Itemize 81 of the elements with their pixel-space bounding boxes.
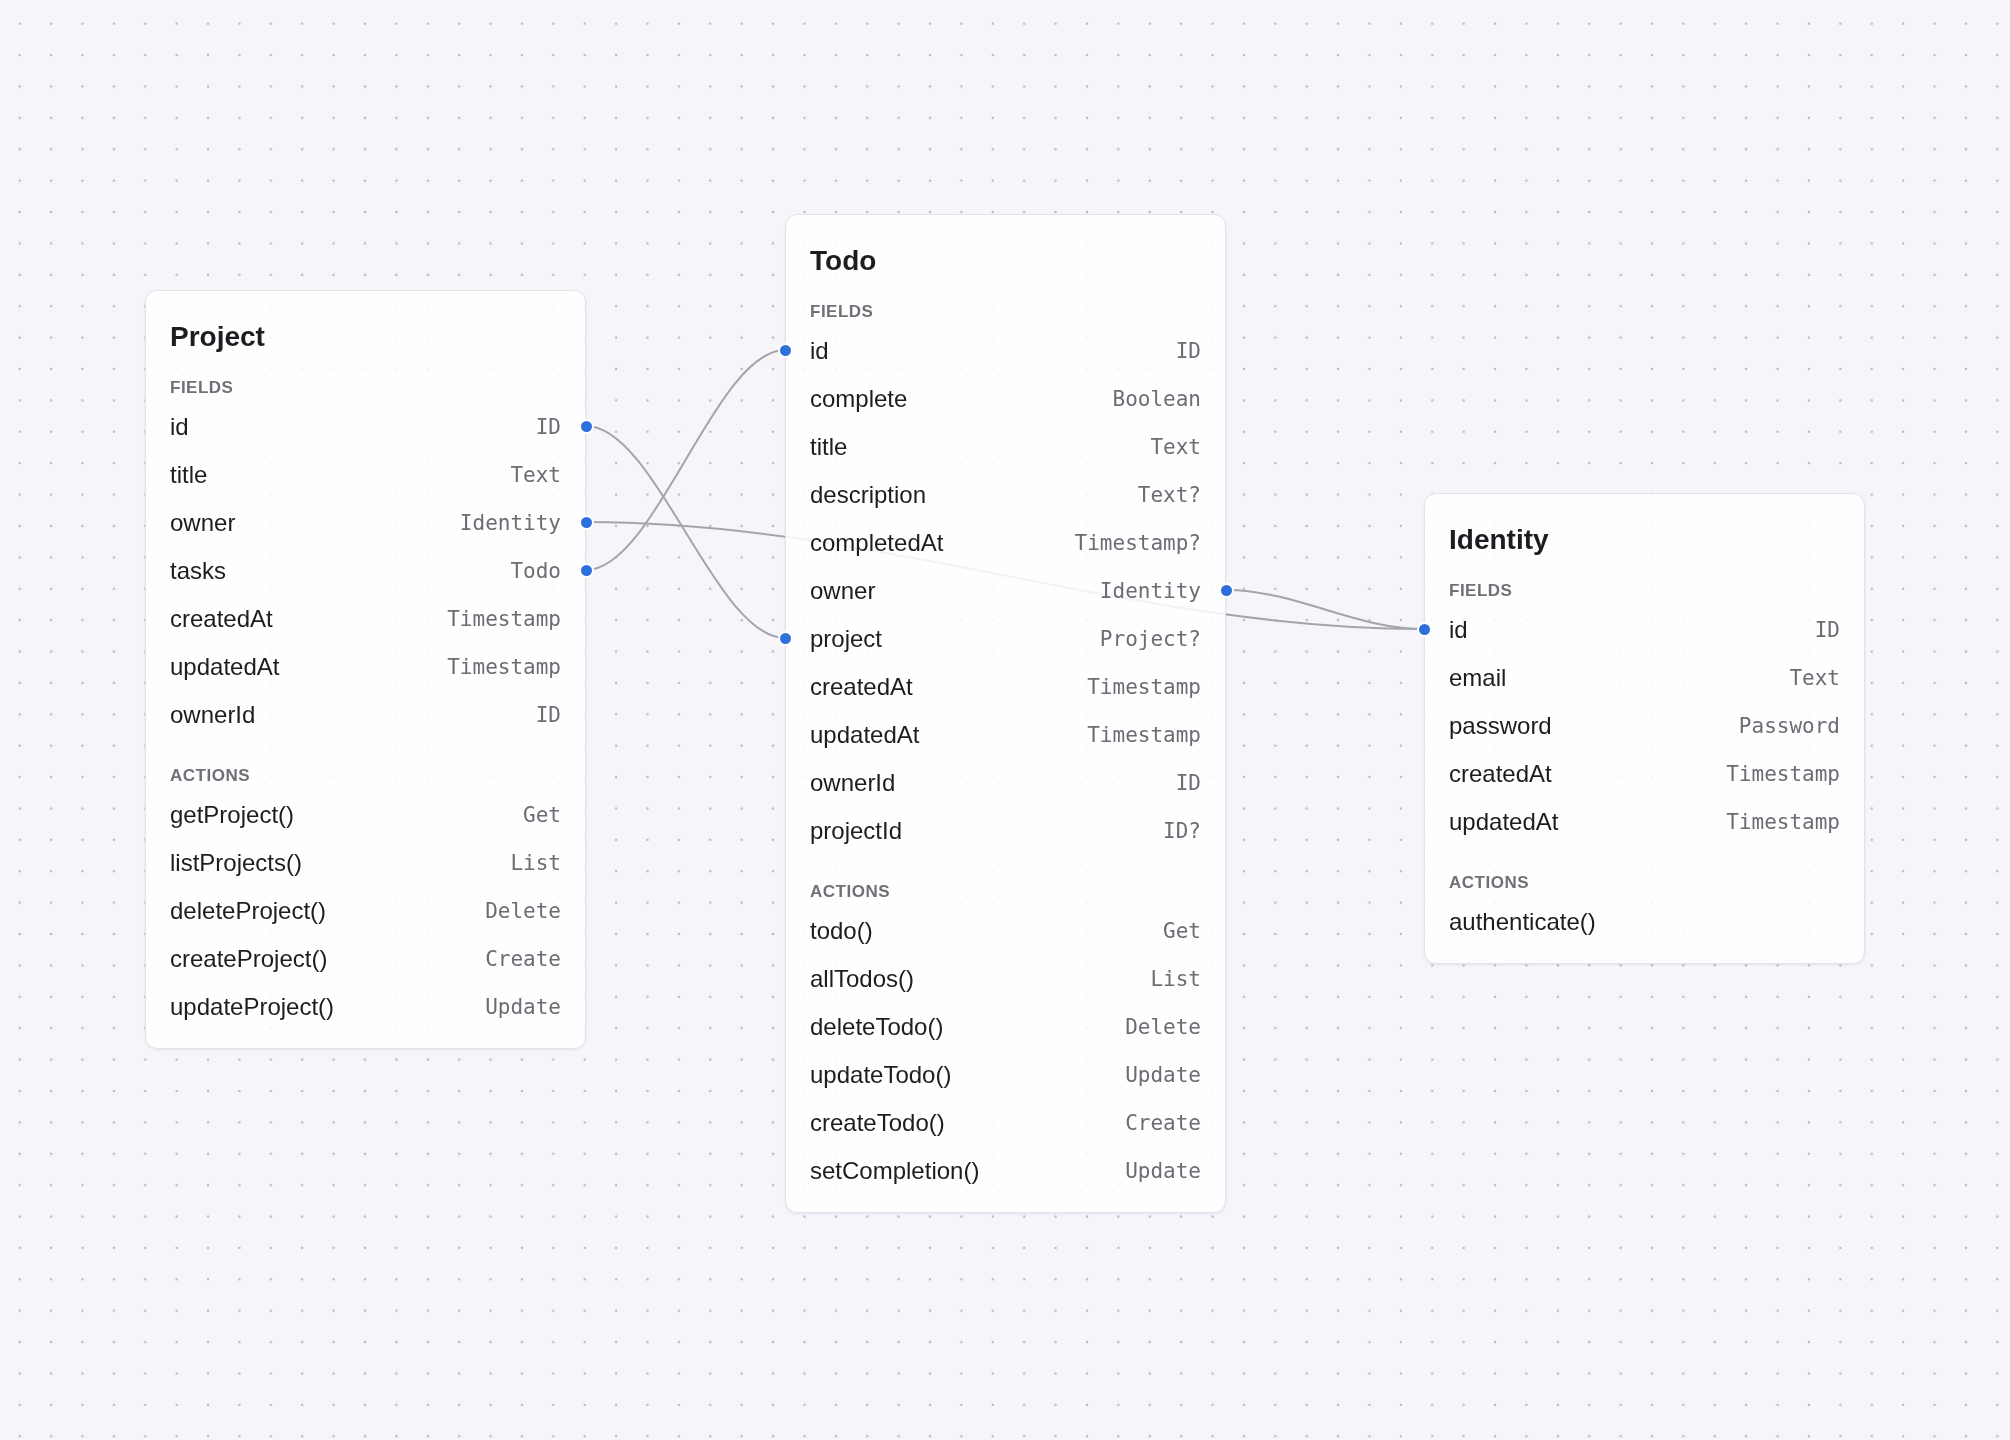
field-type: Text (1789, 666, 1840, 690)
action-type: Update (1125, 1159, 1201, 1183)
field-name: id (1449, 616, 1468, 644)
entity-title: Identity (1449, 523, 1550, 557)
action-type: Delete (1125, 1015, 1201, 1039)
action-name: allTodos() (810, 965, 915, 993)
action-type: Update (1125, 1063, 1201, 1087)
field-type: ID (535, 415, 561, 439)
field-name: updatedAt (1449, 808, 1559, 836)
field-name: tasks (170, 557, 226, 585)
field-name: owner (170, 509, 236, 537)
section-label: ACTIONS (810, 881, 891, 903)
field-name: owner (810, 577, 876, 605)
field-type: Timestamp (1726, 762, 1840, 786)
field-name: createdAt (810, 673, 913, 701)
field-type: Project? (1099, 627, 1201, 651)
field-type: ID (1814, 618, 1840, 642)
field-type: Timestamp (1087, 723, 1201, 747)
field-type: Timestamp (1726, 810, 1840, 834)
field-name: ownerId (810, 769, 896, 797)
entity-card[interactable] (785, 214, 1226, 1213)
field-name: updatedAt (170, 653, 280, 681)
field-type: Boolean (1112, 387, 1201, 411)
field-name: complete (810, 385, 908, 413)
action-name: listProjects() (170, 849, 302, 877)
action-type: List (510, 851, 561, 875)
field-type: Timestamp (447, 655, 561, 679)
field-type: Identity (459, 511, 561, 535)
field-type: ID? (1163, 819, 1201, 843)
field-type: Identity (1099, 579, 1201, 603)
field-type: Text (1150, 435, 1201, 459)
field-name: project (810, 625, 883, 653)
action-name: getProject() (170, 801, 295, 829)
section-label: FIELDS (1449, 580, 1514, 602)
field-type: Timestamp? (1074, 531, 1201, 555)
section-label: ACTIONS (1449, 872, 1530, 894)
action-type: Create (485, 947, 561, 971)
section-label: FIELDS (810, 301, 875, 323)
action-type: Delete (485, 899, 561, 923)
field-type: Timestamp (1087, 675, 1201, 699)
field-name: title (170, 461, 208, 489)
field-name: email (1449, 664, 1507, 692)
field-name: password (1449, 712, 1552, 740)
entity-title: Project (170, 320, 266, 354)
entity-card[interactable]: Identity FIELDS id ID email Text password Password createdAt Timestamp updatedAt Timestamp ACTIONS authenticate() (1424, 493, 1865, 964)
action-name: updateProject() (170, 993, 335, 1021)
field-type: Timestamp (447, 607, 561, 631)
action-name: createTodo() (810, 1109, 945, 1137)
field-name: createdAt (1449, 760, 1552, 788)
field-name: ownerId (170, 701, 256, 729)
field-name: id (170, 413, 189, 441)
action-name: deleteProject() (170, 897, 327, 925)
action-name: authenticate() (1449, 908, 1596, 936)
action-name: setCompletion() (810, 1157, 980, 1185)
field-name: projectId (810, 817, 903, 845)
action-name: deleteTodo() (810, 1013, 944, 1041)
entity-title: Todo (810, 244, 878, 278)
field-name: updatedAt (810, 721, 920, 749)
action-name: createProject() (170, 945, 328, 973)
action-type: Create (1125, 1111, 1201, 1135)
field-name: completedAt (810, 529, 944, 557)
field-type: Text? (1137, 483, 1201, 507)
action-type: Get (523, 803, 561, 827)
field-name: id (810, 337, 829, 365)
field-name: createdAt (170, 605, 273, 633)
action-type: Get (1163, 919, 1201, 943)
section-label: FIELDS (170, 377, 235, 399)
section-label: ACTIONS (170, 765, 251, 787)
field-name: title (810, 433, 848, 461)
action-type: List (1150, 967, 1201, 991)
field-type: ID (535, 703, 561, 727)
action-type: Update (485, 995, 561, 1019)
field-type: Password (1738, 714, 1840, 738)
field-type: Todo (510, 559, 561, 583)
action-name: updateTodo() (810, 1061, 952, 1089)
field-type: ID (1175, 339, 1201, 363)
field-name: description (810, 481, 927, 509)
entity-card[interactable] (145, 290, 586, 1049)
action-name: todo() (810, 917, 873, 945)
field-type: ID (1175, 771, 1201, 795)
field-type: Text (510, 463, 561, 487)
